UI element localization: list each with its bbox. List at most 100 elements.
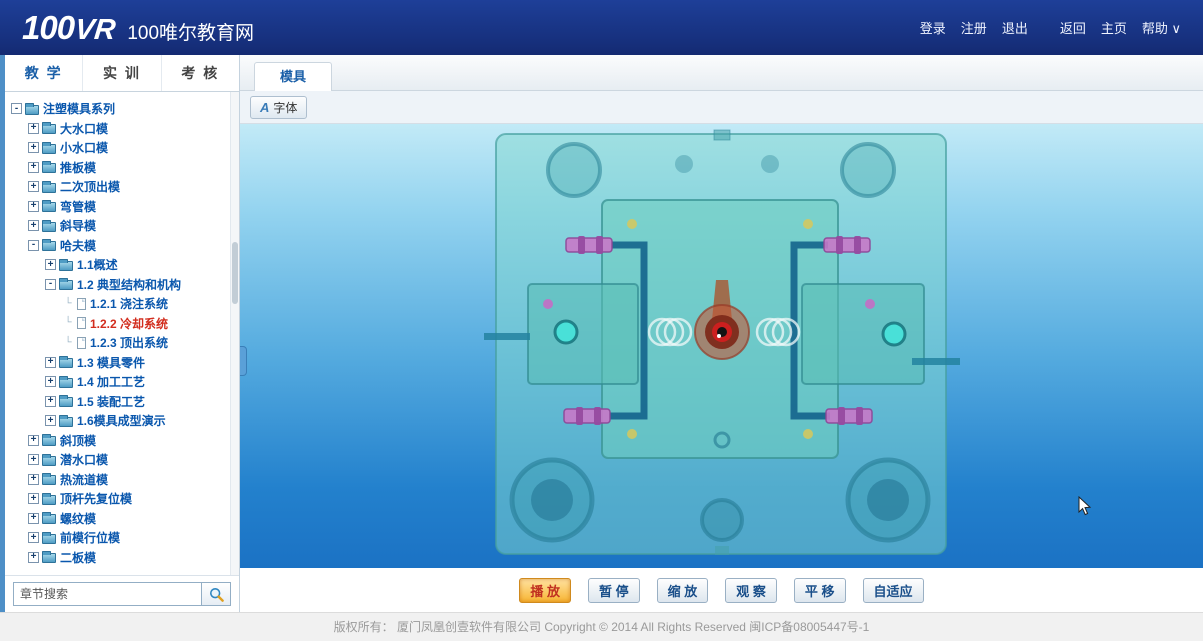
folder-icon	[59, 378, 73, 388]
tree-toggle-icon[interactable]	[62, 298, 74, 309]
tree-node[interactable]: 二板模	[5, 548, 227, 568]
tree-node-label: 斜导模	[60, 217, 96, 234]
tree-node-label: 1.6模具成型演示	[77, 412, 166, 429]
tree-node[interactable]: 小水口模	[5, 138, 227, 158]
tree-toggle-icon[interactable]	[45, 279, 56, 290]
tree-node[interactable]: 1.3 模具零件	[5, 353, 227, 373]
tree-toggle-icon[interactable]	[28, 181, 39, 192]
tree-node[interactable]: 1.5 装配工艺	[5, 392, 227, 412]
tree-node-label: 顶杆先复位模	[60, 490, 132, 507]
tree-node[interactable]: 斜顶模	[5, 431, 227, 451]
tree-node[interactable]: 1.2.1 浇注系统	[5, 294, 227, 314]
tree-toggle-icon[interactable]	[28, 532, 39, 543]
content-area: 教 学 实 训 考 核 注塑模具系列 大水口模 小水口模 推板模 二次顶出模 弯…	[0, 55, 1203, 612]
tree-node[interactable]: 二次顶出模	[5, 177, 227, 197]
tree-node[interactable]: 1.2.3 顶出系统	[5, 333, 227, 353]
nav-logout[interactable]: 退出	[1002, 18, 1028, 37]
top-nav: 登录 注册 退出 返回 主页 帮助 ∨	[920, 18, 1181, 37]
tree-node[interactable]: 热流道模	[5, 470, 227, 490]
tree-toggle-icon[interactable]	[28, 220, 39, 231]
control-play[interactable]: 播 放	[519, 578, 571, 603]
tree-node[interactable]: 斜导模	[5, 216, 227, 236]
tree-toggle-icon[interactable]	[62, 318, 74, 329]
folder-icon	[42, 534, 56, 544]
tree-node-label: 1.1概述	[77, 256, 118, 273]
tree-node[interactable]: 1.2 典型结构和机构	[5, 275, 227, 295]
sidebar: 教 学 实 训 考 核 注塑模具系列 大水口模 小水口模 推板模 二次顶出模 弯…	[0, 55, 240, 612]
tree-toggle-icon[interactable]	[28, 552, 39, 563]
3d-viewer[interactable]	[240, 124, 1203, 568]
tree-node-label: 注塑模具系列	[43, 100, 115, 117]
copyright-text: 版权所有： 厦门凤凰创壹软件有限公司 Copyright © 2014 All …	[334, 620, 870, 634]
nav-register[interactable]: 注册	[961, 18, 987, 37]
tree-node[interactable]: 大水口模	[5, 119, 227, 139]
tree-node[interactable]: 1.1概述	[5, 255, 227, 275]
tree-toggle-icon[interactable]	[28, 435, 39, 446]
tree-toggle-icon[interactable]	[28, 240, 39, 251]
font-icon	[260, 100, 269, 115]
scrollbar-thumb[interactable]	[232, 242, 238, 304]
folder-icon	[42, 163, 56, 173]
search-button[interactable]	[201, 582, 231, 606]
tab-assessment[interactable]: 考 核	[162, 55, 239, 91]
tree-toggle-icon[interactable]	[45, 376, 56, 387]
tree-node-label: 斜顶模	[60, 432, 96, 449]
tree-toggle-icon[interactable]	[28, 493, 39, 504]
tree-toggle-icon[interactable]	[28, 123, 39, 134]
tree-node[interactable]: 1.2.2 冷却系统	[5, 314, 227, 334]
tree-node[interactable]: 推板模	[5, 158, 227, 178]
control-observe[interactable]: 观 察	[725, 578, 777, 603]
tree-toggle-icon[interactable]	[28, 162, 39, 173]
viewer-controls: 播 放 暂 停 缩 放 观 察 平 移 自适应	[240, 568, 1203, 612]
tab-teaching[interactable]: 教 学	[5, 55, 83, 91]
nav-back[interactable]: 返回	[1060, 18, 1086, 37]
tree-toggle-icon[interactable]	[62, 337, 74, 348]
sidebar-scrollbar[interactable]	[230, 92, 239, 575]
tree-node[interactable]: 弯管模	[5, 197, 227, 217]
nav-login[interactable]: 登录	[920, 18, 946, 37]
control-pan[interactable]: 平 移	[794, 578, 846, 603]
tree-toggle-icon[interactable]	[28, 201, 39, 212]
tree-toggle-icon[interactable]	[45, 259, 56, 270]
tree-node-label: 1.3 模具零件	[77, 354, 145, 371]
tree-toggle-icon[interactable]	[11, 103, 22, 114]
tree-node-label: 螺纹模	[60, 510, 96, 527]
tree-node[interactable]: 前模行位模	[5, 528, 227, 548]
tree-node[interactable]: 1.4 加工工艺	[5, 372, 227, 392]
viewer-left-handle[interactable]	[240, 346, 247, 376]
tree-toggle-icon[interactable]	[28, 513, 39, 524]
tab-mold[interactable]: 模具	[254, 62, 332, 91]
tree-node[interactable]: 潜水口模	[5, 450, 227, 470]
tree-toggle-icon[interactable]	[45, 357, 56, 368]
site-logo[interactable]: 100 VR 100唯尔教育网	[22, 9, 254, 47]
chapter-tree: 注塑模具系列 大水口模 小水口模 推板模 二次顶出模 弯管模 斜导模 哈夫模	[5, 92, 239, 575]
tree-node[interactable]: 螺纹模	[5, 509, 227, 529]
folder-icon	[59, 358, 73, 368]
font-button[interactable]: 字体	[250, 96, 307, 119]
control-zoom[interactable]: 缩 放	[657, 578, 709, 603]
control-pause[interactable]: 暂 停	[588, 578, 640, 603]
tree-toggle-icon[interactable]	[45, 415, 56, 426]
tree-toggle-icon[interactable]	[28, 474, 39, 485]
search-input[interactable]	[13, 582, 201, 606]
tree-toggle-icon[interactable]	[45, 396, 56, 407]
folder-icon	[42, 202, 56, 212]
tree-node[interactable]: 注塑模具系列	[5, 99, 227, 119]
tree-node[interactable]: 哈夫模	[5, 236, 227, 256]
tree-toggle-icon[interactable]	[28, 142, 39, 153]
tree-toggle-icon[interactable]	[28, 454, 39, 465]
folder-icon	[42, 241, 56, 251]
font-button-label: 字体	[273, 99, 297, 116]
nav-help[interactable]: 帮助 ∨	[1142, 18, 1181, 37]
tree-node-label: 1.5 装配工艺	[77, 393, 145, 410]
control-fit[interactable]: 自适应	[863, 578, 924, 603]
nav-home[interactable]: 主页	[1101, 18, 1127, 37]
folder-icon	[42, 514, 56, 524]
tab-training[interactable]: 实 训	[83, 55, 161, 91]
folder-icon	[59, 397, 73, 407]
folder-icon	[59, 261, 73, 271]
tree-node[interactable]: 1.6模具成型演示	[5, 411, 227, 431]
tree-node[interactable]: 顶杆先复位模	[5, 489, 227, 509]
top-header: 100 VR 100唯尔教育网 登录 注册 退出 返回 主页 帮助 ∨	[0, 0, 1203, 55]
mold-model[interactable]	[482, 128, 962, 560]
